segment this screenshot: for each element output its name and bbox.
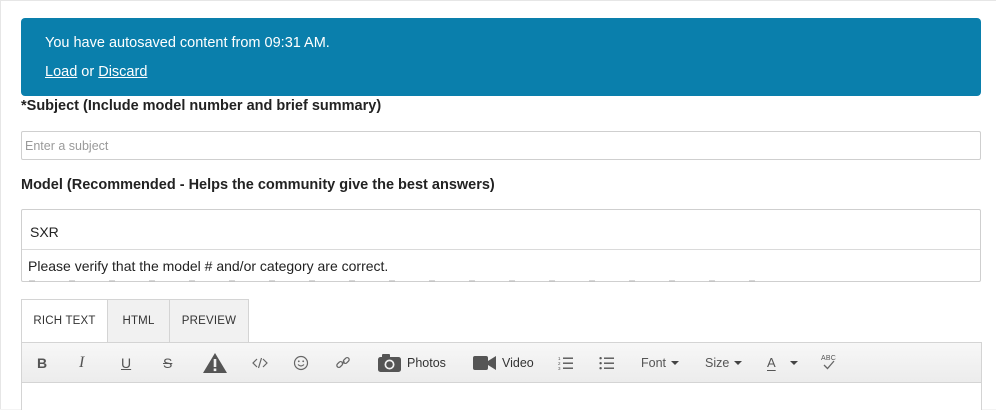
svg-text:3: 3 <box>558 366 561 371</box>
font-color-dropdown[interactable]: A <box>767 343 798 382</box>
underline-button[interactable]: U <box>121 343 131 382</box>
strikethrough-icon: S <box>163 354 173 371</box>
model-field[interactable]: SXR Please verify that the model # and/o… <box>21 209 981 282</box>
autosave-message: You have autosaved content from 09:31 AM… <box>45 35 330 51</box>
editor-body[interactable] <box>21 383 982 410</box>
spellcheck-icon: ABC <box>821 355 837 371</box>
link-button[interactable] <box>335 343 351 382</box>
warning-button[interactable] <box>202 343 228 382</box>
italic-icon: I <box>79 353 85 371</box>
autosave-actions: Load or Discard <box>45 63 957 81</box>
video-camera-icon <box>473 355 496 370</box>
emoji-icon <box>293 355 309 370</box>
subject-input[interactable] <box>21 131 981 160</box>
code-button[interactable] <box>252 343 268 382</box>
bold-button[interactable]: B <box>37 343 47 382</box>
or-text: or <box>81 64 95 80</box>
model-divider <box>22 249 980 250</box>
model-value[interactable]: SXR <box>30 224 59 240</box>
autosave-banner: You have autosaved content from 09:31 AM… <box>21 18 981 96</box>
photos-button[interactable]: Photos <box>377 343 446 382</box>
size-dropdown-label: Size <box>705 355 730 370</box>
code-icon <box>252 357 268 368</box>
chevron-down-icon <box>789 360 798 365</box>
discard-link[interactable]: Discard <box>98 64 147 80</box>
video-button[interactable]: Video <box>472 343 534 382</box>
editor-toolbar: B I U S Photos Video 1 2 3 Font Size A A… <box>21 342 982 383</box>
underline-icon: U <box>121 354 132 371</box>
camera-icon <box>378 353 401 372</box>
numbered-list-icon: 1 2 3 <box>558 356 573 371</box>
page: You have autosaved content from 09:31 AM… <box>0 0 996 410</box>
font-dropdown-label: Font <box>641 355 667 370</box>
chevron-down-icon <box>671 360 680 365</box>
photos-label: Photos <box>407 355 446 370</box>
link-icon <box>336 356 350 368</box>
bulleted-list-icon <box>599 356 614 369</box>
font-dropdown[interactable]: Font <box>641 343 680 382</box>
model-suggestion[interactable]: Please verify that the model # and/or ca… <box>28 258 388 274</box>
italic-button[interactable]: I <box>79 343 84 382</box>
load-link[interactable]: Load <box>45 64 77 80</box>
tab-html[interactable]: HTML <box>108 299 170 342</box>
strikethrough-button[interactable]: S <box>163 343 172 382</box>
tab-rich-text[interactable]: RICH TEXT <box>21 299 108 342</box>
bold-icon: B <box>37 354 48 371</box>
subject-label: *Subject (Include model number and brief… <box>21 98 382 114</box>
spellcheck-button[interactable]: ABC <box>821 343 837 382</box>
numbered-list-button[interactable]: 1 2 3 <box>558 343 574 382</box>
editor-tabs: RICH TEXT HTML PREVIEW <box>21 299 249 342</box>
model-label: Model (Recommended - Helps the community… <box>21 177 495 193</box>
font-color-icon: A <box>767 355 776 370</box>
video-label: Video <box>502 355 534 370</box>
emoji-button[interactable] <box>293 343 309 382</box>
chevron-down-icon <box>734 360 743 365</box>
bulleted-list-button[interactable] <box>599 343 615 382</box>
warning-icon <box>203 352 227 373</box>
hidden-text-fragment <box>29 280 769 282</box>
size-dropdown[interactable]: Size <box>705 343 743 382</box>
tab-preview[interactable]: PREVIEW <box>170 299 249 342</box>
